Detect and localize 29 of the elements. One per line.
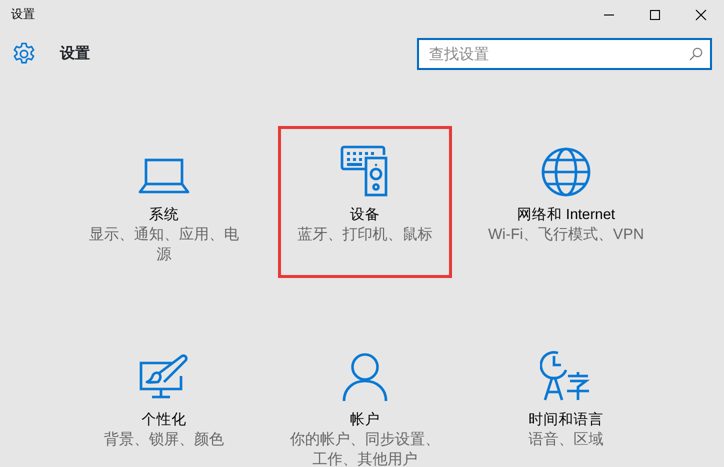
- tile-title: 系统: [149, 206, 179, 225]
- keyboard-and-speaker-icon: [340, 145, 390, 197]
- tile-description: 背景、锁屏、颜色: [104, 430, 224, 450]
- search-icon[interactable]: [689, 47, 703, 61]
- settings-icon: [12, 42, 36, 66]
- tile-title: 时间和语言: [528, 410, 604, 430]
- settings-tile[interactable]: 帐户 你的帐户、同步设置、工作、其他用户: [278, 331, 452, 467]
- tile-title: 帐户: [350, 411, 380, 430]
- tile-title: 设备: [350, 206, 380, 225]
- search-field[interactable]: 查找设置: [417, 38, 712, 70]
- tile-title: 个性化: [142, 411, 186, 430]
- tile-title: 网络和 Internet: [516, 206, 616, 225]
- tile-description: 你的帐户、同步设置、工作、其他用户: [289, 430, 441, 467]
- settings-tile[interactable]: 系统 显示、通知、应用、电源: [77, 126, 251, 278]
- person-icon: [342, 352, 388, 402]
- settings-tile[interactable]: 个性化 背景、锁屏、颜色: [77, 331, 251, 467]
- maximize-icon: [649, 9, 661, 21]
- tile-description: 蓝牙、打印机、鼠标: [298, 225, 432, 245]
- tile-description: 语音、区域: [528, 430, 604, 450]
- settings-tile[interactable]: 时间和语言 语音、区域: [479, 331, 653, 467]
- settings-tile[interactable]: 网络和 Internet Wi-Fi、飞行模式、VPN: [479, 126, 653, 278]
- window-title: 设置: [10, 6, 35, 23]
- page-title: 设置: [60, 44, 90, 64]
- tile-description: Wi-Fi、飞行模式、VPN: [488, 225, 644, 245]
- settings-tile[interactable]: 设备 蓝牙、打印机、鼠标: [278, 126, 452, 278]
- close-icon: [695, 9, 707, 21]
- tile-description: 显示、通知、应用、电源: [88, 225, 240, 265]
- clock-and-language-icon: [540, 350, 592, 402]
- globe-icon: [541, 147, 591, 197]
